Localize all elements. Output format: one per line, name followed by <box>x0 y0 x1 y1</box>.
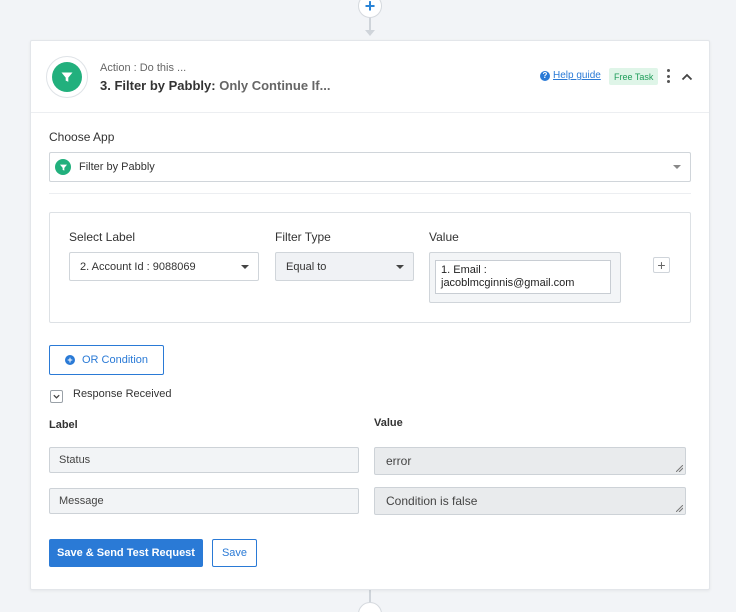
plus-icon: + <box>364 0 376 16</box>
choose-app-value: Filter by Pabbly <box>79 161 155 173</box>
chevron-down-icon <box>673 165 681 169</box>
response-value-text: Condition is false <box>386 494 478 508</box>
response-value-field[interactable]: error <box>374 447 686 475</box>
action-subtitle: Action : Do this ... <box>100 62 187 74</box>
connector-arrow-icon <box>365 30 375 36</box>
card-header[interactable]: Action : Do this ... 3. Filter by Pabbly… <box>31 41 709 113</box>
step-title: 3. Filter by Pabbly: Only Continue If... <box>100 78 330 93</box>
chevron-down-icon <box>53 394 60 399</box>
value-line-1: 1. Email : <box>441 264 487 276</box>
value-input[interactable]: 1. Email : jacoblmcginnis@gmail.com <box>435 260 611 294</box>
add-step-button[interactable]: + <box>358 0 382 18</box>
bottom-connector-line <box>369 590 371 602</box>
chevron-up-icon[interactable] <box>680 70 694 84</box>
step-event-name: Only Continue If... <box>219 78 331 93</box>
filter-funnel-icon <box>61 72 73 82</box>
resize-handle-icon[interactable] <box>676 505 683 512</box>
response-value-heading: Value <box>374 417 403 429</box>
or-condition-label: OR Condition <box>81 354 149 366</box>
choose-app-label: Choose App <box>49 130 115 144</box>
save-button[interactable]: Save <box>212 539 257 567</box>
kebab-menu-icon[interactable] <box>665 69 671 83</box>
select-label-heading: Select Label <box>69 230 136 244</box>
response-value-field[interactable]: Condition is false <box>374 487 686 515</box>
filter-condition-box: Select Label 2. Account Id : 9088069 Fil… <box>49 212 691 323</box>
filter-type-heading: Filter Type <box>275 230 331 244</box>
response-toggle[interactable] <box>50 390 63 403</box>
filter-funnel-icon <box>55 159 71 175</box>
chevron-down-icon <box>241 264 249 269</box>
plus-icon: + <box>657 257 666 273</box>
resize-handle-icon[interactable] <box>676 465 683 472</box>
value-field-wrapper: 1. Email : jacoblmcginnis@gmail.com <box>429 252 621 303</box>
add-and-condition-button[interactable]: + <box>653 257 670 273</box>
section-divider <box>49 193 691 194</box>
filter-type-dropdown[interactable]: Equal to <box>275 252 414 281</box>
response-label-field[interactable]: Message <box>49 488 359 514</box>
save-send-test-button[interactable]: Save & Send Test Request <box>49 539 203 567</box>
response-label-field[interactable]: Status <box>49 447 359 473</box>
response-value-text: error <box>386 454 412 468</box>
plus-circle-icon: + <box>64 355 75 365</box>
help-guide-label: Help guide <box>553 70 601 81</box>
app-logo <box>46 56 88 98</box>
filter-type-value: Equal to <box>286 260 327 273</box>
value-line-2: jacoblmcginnis@gmail.com <box>441 277 575 289</box>
select-label-value: 2. Account Id : 9088069 <box>80 260 196 273</box>
help-guide-link[interactable]: ? Help guide <box>540 70 601 81</box>
select-label-dropdown[interactable]: 2. Account Id : 9088069 <box>69 252 259 281</box>
chevron-down-icon <box>396 264 404 269</box>
response-label-heading: Label <box>49 419 78 431</box>
value-heading: Value <box>429 230 459 244</box>
action-step-card: Action : Do this ... 3. Filter by Pabbly… <box>30 40 710 590</box>
step-app-name: 3. Filter by Pabbly: <box>100 78 216 93</box>
choose-app-select[interactable]: Filter by Pabbly <box>49 152 691 182</box>
bottom-add-step-button[interactable] <box>358 602 382 612</box>
free-task-badge: Free Task <box>609 68 659 85</box>
or-condition-button[interactable]: + OR Condition <box>49 345 164 375</box>
response-received-label: Response Received <box>73 388 172 400</box>
question-icon: ? <box>540 70 550 81</box>
